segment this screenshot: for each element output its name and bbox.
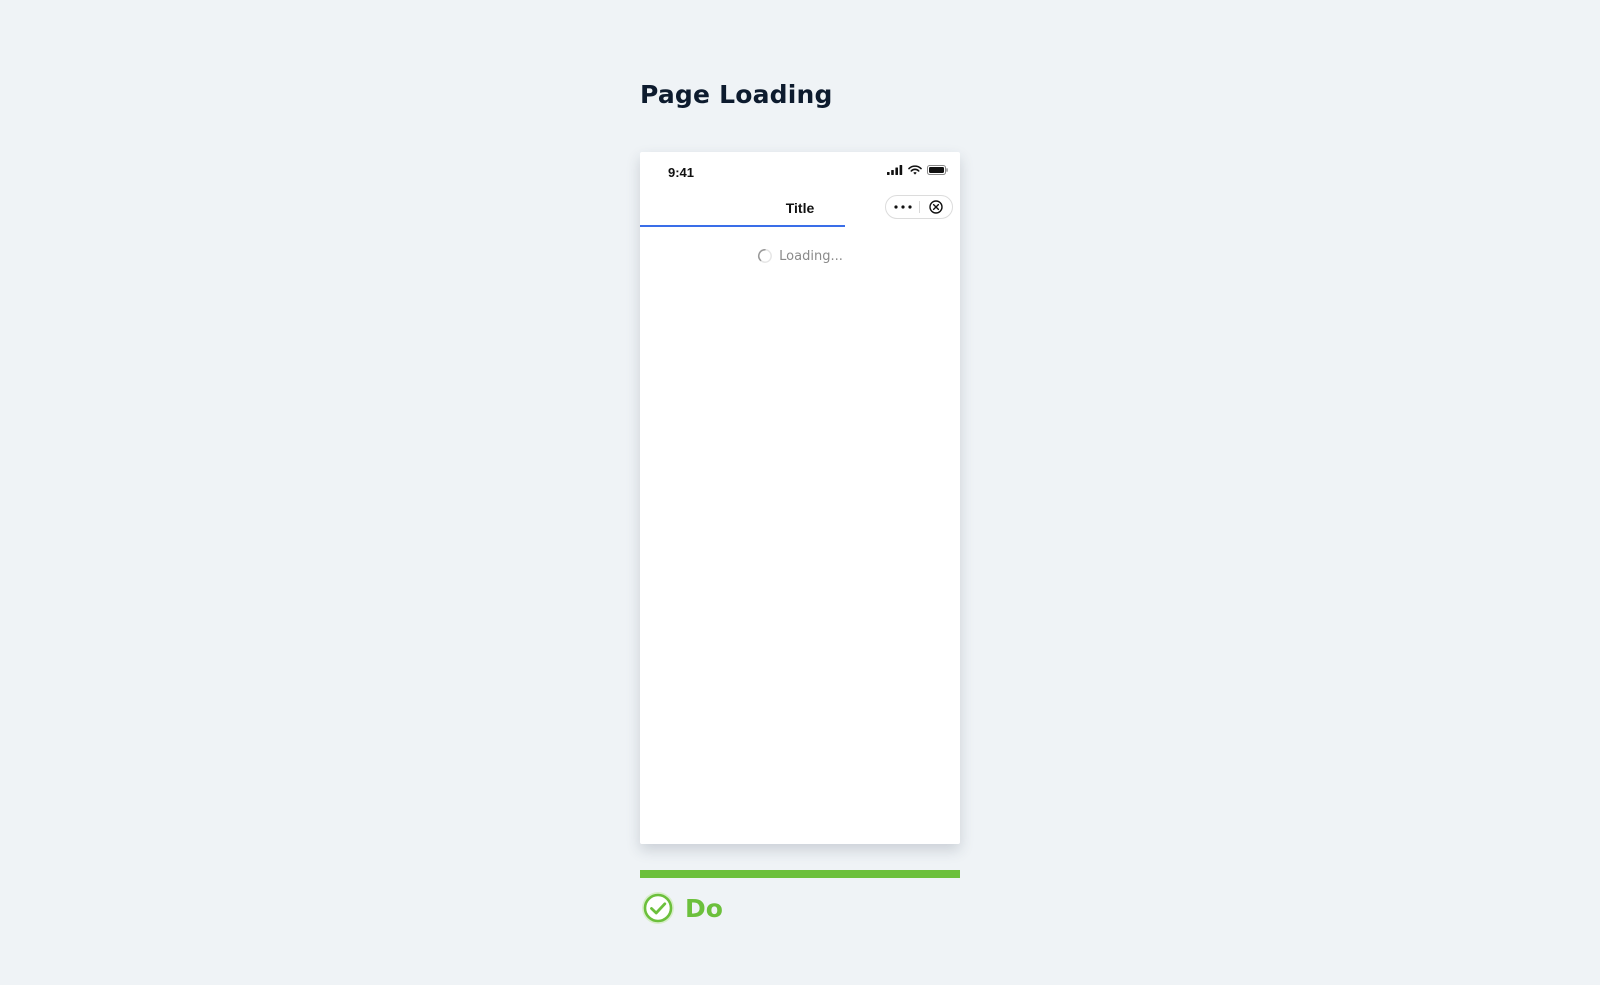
close-button[interactable]: [920, 196, 952, 218]
wifi-icon: [908, 165, 922, 175]
page-progress-bar: [640, 225, 960, 227]
verdict: Do: [640, 890, 723, 926]
loading-text: Loading...: [779, 248, 843, 264]
loading-indicator: Loading...: [640, 248, 960, 264]
check-circle-icon: [642, 892, 674, 924]
status-icons: [887, 165, 948, 175]
spinner-icon: [758, 249, 773, 263]
more-dots-icon: [893, 205, 912, 209]
progress-fill: [640, 225, 845, 227]
battery-icon: [927, 165, 948, 175]
signal-icon: [887, 165, 903, 175]
verdict-label: Do: [685, 893, 723, 923]
status-time: 9:41: [668, 165, 695, 180]
page-title: Page Loading: [640, 80, 833, 109]
phone-mockup: 9:41 Title Loading...: [640, 152, 960, 844]
verdict-bar: [640, 870, 960, 878]
capsule-menu: [885, 195, 953, 219]
more-button[interactable]: [886, 196, 919, 218]
close-circle-icon: [929, 200, 943, 214]
